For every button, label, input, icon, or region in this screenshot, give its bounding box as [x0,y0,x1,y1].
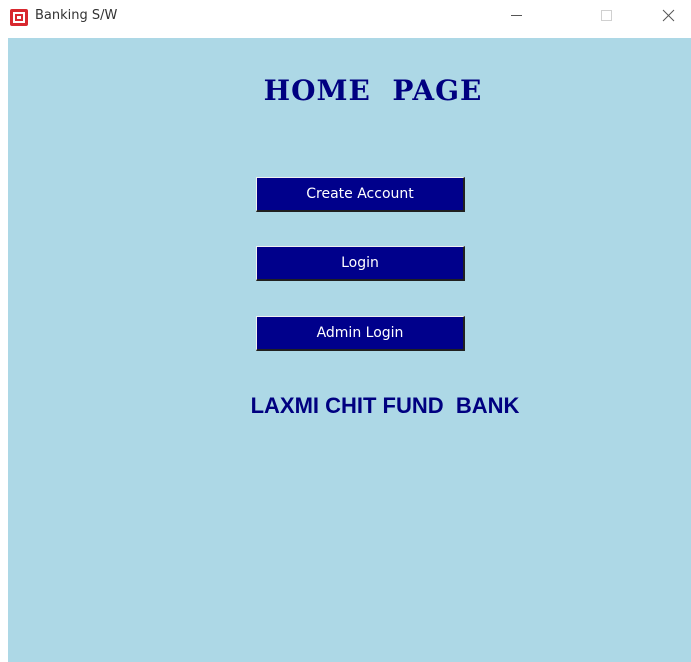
login-button[interactable]: Login [256,246,465,281]
app-window: Banking S/W HOME PAGE Create Account Log… [0,0,691,662]
bank-name-label: LAXMI CHIT FUND BANK [250,393,520,418]
maximize-button[interactable] [583,0,629,30]
minimize-button[interactable] [493,0,539,30]
close-icon [662,9,675,22]
home-page-panel: HOME PAGE Create Account Login Admin Log… [8,38,691,662]
window-title: Banking S/W [35,8,118,23]
create-account-button[interactable]: Create Account [256,177,465,212]
page-title: HOME PAGE [263,74,483,107]
app-icon [10,9,28,26]
maximize-icon [601,10,612,21]
title-bar[interactable]: Banking S/W [0,0,691,38]
admin-login-button[interactable]: Admin Login [256,316,465,351]
minimize-icon [511,15,522,16]
close-button[interactable] [645,0,691,30]
